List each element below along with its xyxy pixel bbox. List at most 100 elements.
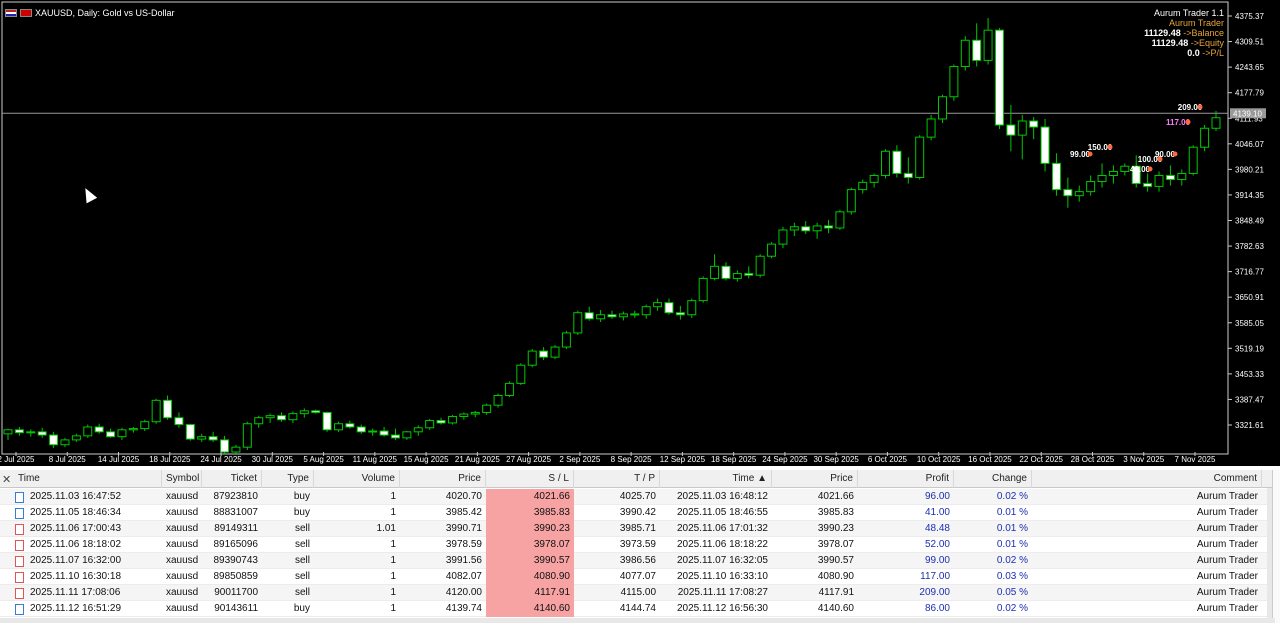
bear-candle [208, 436, 218, 441]
bull-candle [710, 265, 720, 279]
close-panel-icon[interactable]: ✕ [2, 473, 11, 486]
bull-candle [3, 429, 13, 435]
bull-candle [1154, 174, 1164, 187]
y-tick-label: 3914.35 [1235, 191, 1264, 200]
bull-candle [117, 429, 127, 438]
cell-tp: 4077.07 [619, 571, 656, 582]
candlestick-plot[interactable]: 4375.374309.514243.654177.794111.934046.… [0, 0, 1280, 466]
bull-candle [755, 255, 765, 276]
cell-sl: 4021.66 [486, 489, 574, 505]
column-header-price[interactable]: Price [400, 470, 486, 488]
bull-candle [1188, 146, 1198, 174]
x-tick-label: 22 Oct 2025 [1019, 455, 1063, 464]
y-tick-label: 3980.21 [1235, 165, 1264, 174]
cell-price: 4082.07 [445, 571, 482, 582]
bull-candle [573, 312, 583, 334]
bull-candle [425, 420, 435, 429]
bull-candle [732, 273, 742, 279]
sell-deal-icon [15, 556, 24, 567]
bear-candle [1143, 183, 1153, 187]
column-header-cprice[interactable]: Price [772, 470, 858, 488]
cell-profit: 86.00 [924, 603, 950, 614]
bear-candle [345, 423, 355, 428]
column-header-type[interactable]: Type [262, 470, 314, 488]
column-header-volume[interactable]: Volume [314, 470, 400, 488]
cell-ctime: 2025.11.07 16:32:05 [676, 555, 768, 566]
bull-candle [915, 136, 925, 179]
cell-price: 4020.70 [445, 491, 482, 502]
bull-candle [550, 346, 560, 358]
column-header-symbol[interactable]: Symbol [162, 470, 202, 488]
column-header-ctime[interactable]: Time ▲ [660, 470, 772, 488]
y-tick-label: 4046.07 [1235, 140, 1264, 149]
sell-deal-icon [15, 524, 24, 535]
trade-profit-annotation: 99.00 [1070, 150, 1091, 159]
cell-cprice: 3990.23 [817, 523, 854, 534]
cell-change: 0.01 % [996, 523, 1028, 534]
bear-candle [322, 411, 332, 431]
x-tick-label: 11 Aug 2025 [353, 455, 398, 464]
column-header-tp[interactable]: T / P [574, 470, 660, 488]
trade-marker-icon [1197, 104, 1203, 110]
table-row[interactable]: 2025.11.10 16:30:18 xauusd 89850859 sell 1 40… [0, 569, 1275, 585]
x-tick-label: 27 Aug 2025 [506, 455, 551, 464]
table-header: ✕ Time Symbol Ticket Type Volume Price S / LT … [0, 470, 1280, 488]
cell-profit: 48.48 [924, 523, 950, 534]
column-header-profit[interactable]: Profit [858, 470, 954, 488]
table-row[interactable]: 2025.11.11 17:08:06 xauusd 90011700 sell 1 41… [0, 585, 1275, 601]
bull-candle [482, 404, 492, 413]
bull-candle [881, 150, 890, 176]
cell-type: sell [294, 555, 310, 566]
cell-ctime: 2025.11.06 18:18:22 [676, 539, 768, 550]
table-row[interactable]: 2025.11.07 16:32:00 xauusd 89390743 sell 1 39… [0, 553, 1275, 569]
cell-change: 0.02 % [996, 603, 1028, 614]
cell-cprice: 4080.90 [817, 571, 854, 582]
table-row[interactable]: 2025.11.05 18:46:34 xauusd 88831007 buy 1 398… [0, 505, 1275, 521]
x-tick-label: 3 Nov 2025 [1123, 455, 1164, 464]
column-header-ticket[interactable]: Ticket [202, 470, 262, 488]
cell-tp: 3985.71 [619, 523, 656, 534]
bull-candle [983, 29, 993, 61]
x-tick-label: 5 Aug 2025 [303, 455, 344, 464]
column-header-sl[interactable]: S / L [486, 470, 574, 488]
cell-cprice: 3985.83 [817, 507, 854, 518]
bull-candle [265, 415, 275, 419]
side-tabs-strip[interactable] [1272, 470, 1280, 623]
x-tick-label: 30 Sep 2025 [813, 455, 859, 464]
price-chart[interactable]: 4375.37 4309.51 4243.65 4177.79 4111.93 4046.… [0, 0, 1280, 466]
x-tick-label: 2 Jul 2025 [0, 455, 35, 464]
cell-type: buy [293, 491, 310, 502]
x-tick-label: 18 Jul 2025 [149, 455, 191, 464]
bull-candle [698, 277, 708, 302]
column-header-time[interactable]: Time [14, 470, 162, 488]
bull-candle [561, 332, 571, 348]
bull-candle [778, 229, 788, 245]
cell-price: 4139.74 [445, 603, 482, 614]
table-row[interactable]: 2025.11.06 17:00:43 xauusd 89149311 sell 1.0… [0, 521, 1275, 537]
pl-value: 0.0 [1187, 48, 1200, 58]
bull-candle [949, 65, 959, 98]
bull-candle [960, 39, 970, 67]
bull-candle [242, 423, 252, 448]
table-row[interactable]: 2025.11.12 16:51:29 xauusd 90143611 buy 1 413… [0, 601, 1275, 617]
trade-marker-icon [1107, 144, 1113, 150]
x-tick-label: 24 Sep 2025 [762, 455, 808, 464]
cell-cprice: 3990.57 [817, 555, 854, 566]
column-header-comment[interactable]: Comment [1032, 470, 1262, 488]
column-header-change[interactable]: Change [954, 470, 1032, 488]
cell-time: 2025.11.11 17:08:06 [30, 587, 121, 598]
us-flag-icon [5, 9, 17, 17]
table-row[interactable]: 2025.11.06 18:18:02 xauusd 89165096 sell 1 39… [0, 537, 1275, 553]
buy-deal-icon [15, 604, 24, 615]
bear-candle [824, 225, 834, 229]
cell-symbol: xauusd [166, 555, 199, 566]
bull-candle [1097, 174, 1107, 183]
cell-volume: 1 [390, 571, 396, 582]
y-tick-label: 3782.63 [1235, 242, 1264, 251]
bull-candle [653, 302, 663, 308]
bear-candle [106, 431, 116, 438]
cell-comment: Aurum Trader [1196, 571, 1258, 582]
cell-volume: 1.01 [376, 523, 396, 534]
bull-candle [926, 118, 936, 138]
table-row[interactable]: 2025.11.03 16:47:52 xauusd 87923810 buy 1 402… [0, 489, 1275, 505]
